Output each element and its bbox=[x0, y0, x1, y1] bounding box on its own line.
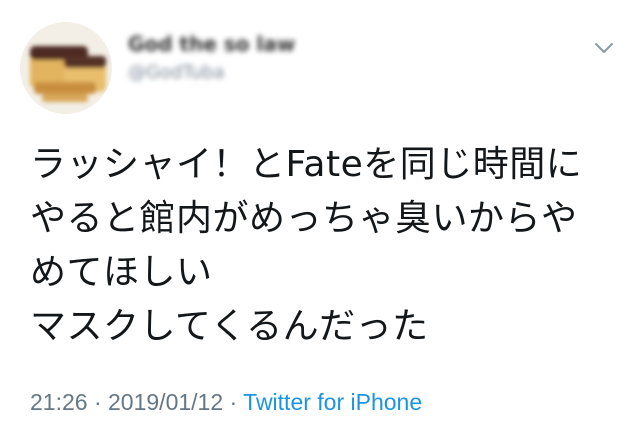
tweet-text-line: ラッシャイ！とFateを同じ時間に bbox=[30, 144, 583, 185]
chevron-down-icon[interactable] bbox=[590, 38, 618, 58]
tweet-source-link[interactable]: Twitter for iPhone bbox=[243, 389, 422, 415]
meta-separator: · bbox=[87, 389, 109, 415]
author-handle[interactable]: @GodTuba bbox=[128, 62, 528, 84]
avatar[interactable] bbox=[20, 22, 112, 114]
tweet-time[interactable]: 21:26 bbox=[30, 389, 88, 415]
tweet-text-line: マスクしてくるんだった bbox=[30, 306, 429, 347]
meta-separator: · bbox=[223, 389, 244, 415]
author-display-name[interactable]: God the so law bbox=[128, 32, 528, 56]
tweet-text-line: やると館内がめっちゃ臭いからや bbox=[30, 198, 578, 239]
author-info: God the so law @GodTuba bbox=[128, 32, 528, 84]
tweet-text-line: めてほしい bbox=[30, 252, 213, 293]
tweet-meta: 21:26 · 2019/01/12 · Twitter for iPhone bbox=[30, 387, 422, 417]
tweet-date[interactable]: 2019/01/12 bbox=[108, 389, 223, 415]
tweet-card: God the so law @GodTuba ラッシャイ！とFateを同じ時間… bbox=[0, 0, 640, 441]
tweet-text: ラッシャイ！とFateを同じ時間に やると館内がめっちゃ臭いからや めてほしい … bbox=[30, 138, 630, 354]
avatar-image bbox=[20, 22, 112, 114]
